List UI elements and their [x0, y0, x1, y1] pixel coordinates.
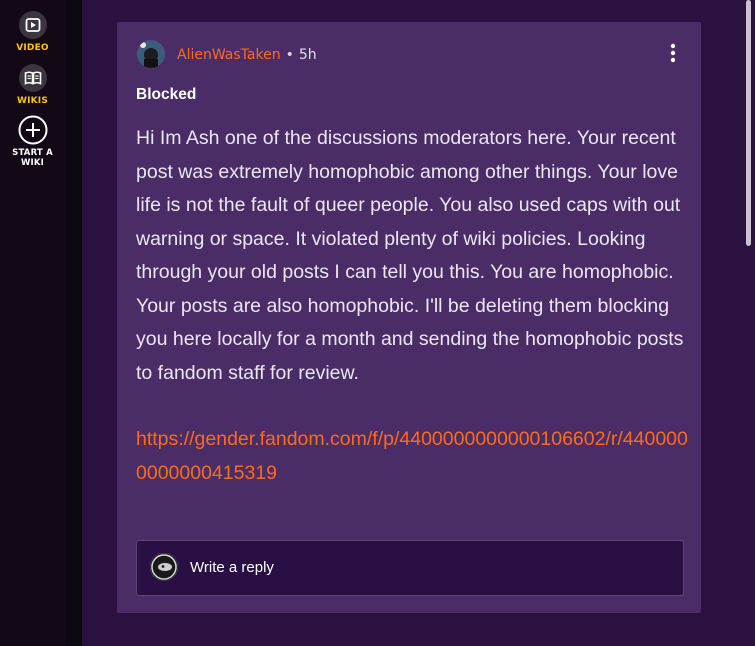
- scrollbar-thumb[interactable]: [746, 0, 751, 246]
- video-play-icon: [18, 11, 47, 39]
- author-name-link[interactable]: AlienWasTaken: [177, 47, 281, 63]
- left-sidebar: VIDEO WIKIS START A WIKI: [0, 0, 65, 646]
- nav-label-video: VIDEO: [16, 43, 49, 53]
- nav-item-video[interactable]: VIDEO: [0, 10, 65, 53]
- reply-placeholder: Write a reply: [190, 559, 274, 576]
- post-meta: AlienWasTaken • 5h: [177, 47, 317, 63]
- page-scrollbar[interactable]: [743, 0, 755, 646]
- author-avatar[interactable]: [137, 40, 165, 68]
- nav-item-start-a-wiki[interactable]: START A WIKI: [0, 115, 65, 168]
- reply-input[interactable]: Write a reply: [136, 540, 684, 596]
- book-icon: [18, 64, 47, 92]
- meta-separator: •: [285, 47, 294, 63]
- nav-label-wikis: WIKIS: [16, 96, 49, 106]
- post-card: AlienWasTaken • 5h Blocked Hi Im Ash one o…: [117, 22, 701, 613]
- nav-item-wikis[interactable]: WIKIS: [0, 63, 65, 106]
- post-timestamp: 5h: [298, 47, 317, 63]
- plus-circle-icon: [18, 115, 47, 145]
- post-title: Blocked: [136, 86, 197, 103]
- user-avatar-image: [150, 553, 178, 581]
- avatar-image: [137, 40, 165, 68]
- sidebar-gutter: [65, 0, 82, 646]
- more-options-button[interactable]: [665, 42, 681, 64]
- vertical-ellipsis-icon: [670, 43, 676, 63]
- post-body: Hi Im Ash one of the discussions moderat…: [136, 127, 684, 384]
- post-link[interactable]: https://gender.fandom.com/f/p/4400000000…: [136, 423, 688, 490]
- nav-label-start-a-wiki: START A WIKI: [12, 148, 53, 168]
- reply-user-avatar: [150, 553, 178, 581]
